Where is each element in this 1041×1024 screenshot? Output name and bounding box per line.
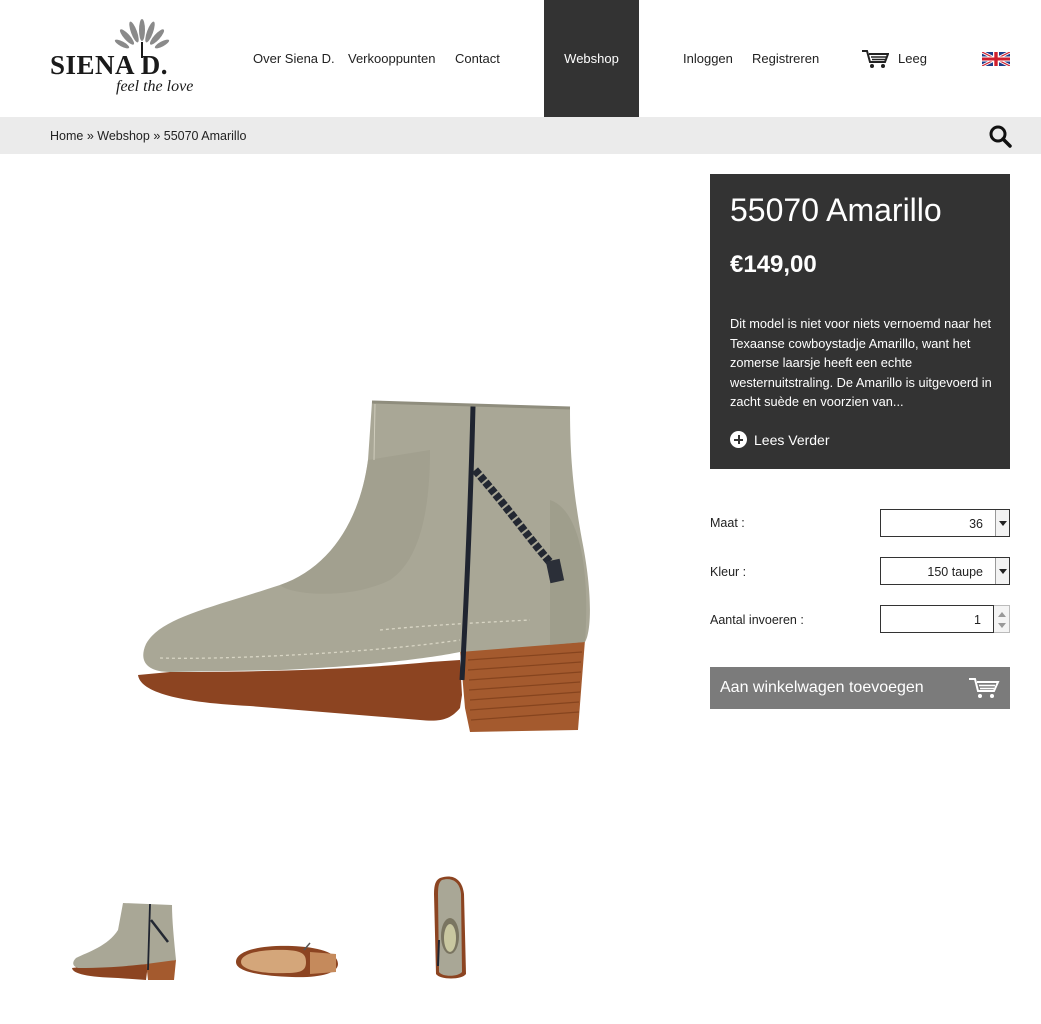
read-more-link[interactable]: Lees Verder [730, 431, 830, 448]
color-label: Kleur : [710, 565, 747, 579]
product-main-image[interactable] [130, 390, 600, 740]
quantity-stepper[interactable] [994, 605, 1010, 633]
nav-register[interactable]: Registreren [752, 51, 819, 66]
nav-contact[interactable]: Contact [455, 51, 500, 66]
breadcrumb-current: 55070 Amarillo [163, 129, 247, 143]
quantity-input[interactable]: 1 [880, 605, 994, 633]
stepper-down-icon[interactable] [998, 623, 1006, 628]
uk-flag-icon[interactable] [982, 52, 1010, 66]
quantity-label: Aantal invoeren : [710, 613, 804, 627]
plus-circle-icon [730, 431, 747, 448]
breadcrumb-separator: » [149, 129, 164, 143]
product-info-panel: 55070 Amarillo €149,00 Dit model is niet… [710, 174, 1010, 469]
shopping-cart-icon[interactable] [861, 49, 889, 69]
site-logo[interactable]: SIENA D. feel the love [50, 18, 200, 100]
cart-status[interactable]: Leeg [898, 51, 927, 66]
product-description: Dit model is niet voor niets vernoemd na… [730, 316, 992, 410]
nav-login[interactable]: Inloggen [683, 51, 733, 66]
read-more-label: Lees Verder [754, 431, 830, 448]
add-to-cart-button[interactable]: Aan winkelwagen toevoegen [710, 667, 1010, 709]
size-label: Maat : [710, 516, 745, 530]
breadcrumb-separator: » [83, 129, 98, 143]
site-header: SIENA D. feel the love Over Siena D. Ver… [0, 0, 1041, 117]
nav-webshop-label: Webshop [564, 51, 619, 66]
product-thumbnail-sole[interactable] [232, 940, 342, 982]
product-title: 55070 Amarillo [730, 192, 942, 228]
breadcrumb-webshop[interactable]: Webshop [97, 129, 150, 143]
stepper-up-icon[interactable] [998, 612, 1006, 617]
add-to-cart-label: Aan winkelwagen toevoegen [720, 679, 924, 696]
logo-tagline: feel the love [116, 78, 194, 95]
logo-wordmark: SIENA D. [50, 50, 169, 80]
product-price: €149,00 [730, 251, 817, 278]
nav-verkooppunten[interactable]: Verkooppunten [348, 51, 435, 66]
nav-webshop-active[interactable]: Webshop [544, 0, 639, 117]
chevron-down-icon [995, 510, 1009, 536]
product-thumbnail-top[interactable] [428, 874, 472, 982]
quantity-value: 1 [974, 613, 981, 627]
color-selected-value: 150 taupe [927, 565, 983, 579]
search-icon[interactable] [988, 124, 1012, 148]
chevron-down-icon [995, 558, 1009, 584]
breadcrumb-home[interactable]: Home [50, 129, 83, 143]
shopping-cart-icon [969, 678, 1000, 698]
size-select[interactable]: 36 [880, 509, 1010, 537]
product-thumbnail-side[interactable] [68, 900, 178, 982]
nav-over-siena[interactable]: Over Siena D. [253, 51, 335, 66]
size-selected-value: 36 [969, 517, 983, 531]
color-select[interactable]: 150 taupe [880, 557, 1010, 585]
breadcrumb: Home » Webshop » 55070 Amarillo [50, 129, 246, 143]
breadcrumb-bar: Home » Webshop » 55070 Amarillo [0, 117, 1041, 154]
